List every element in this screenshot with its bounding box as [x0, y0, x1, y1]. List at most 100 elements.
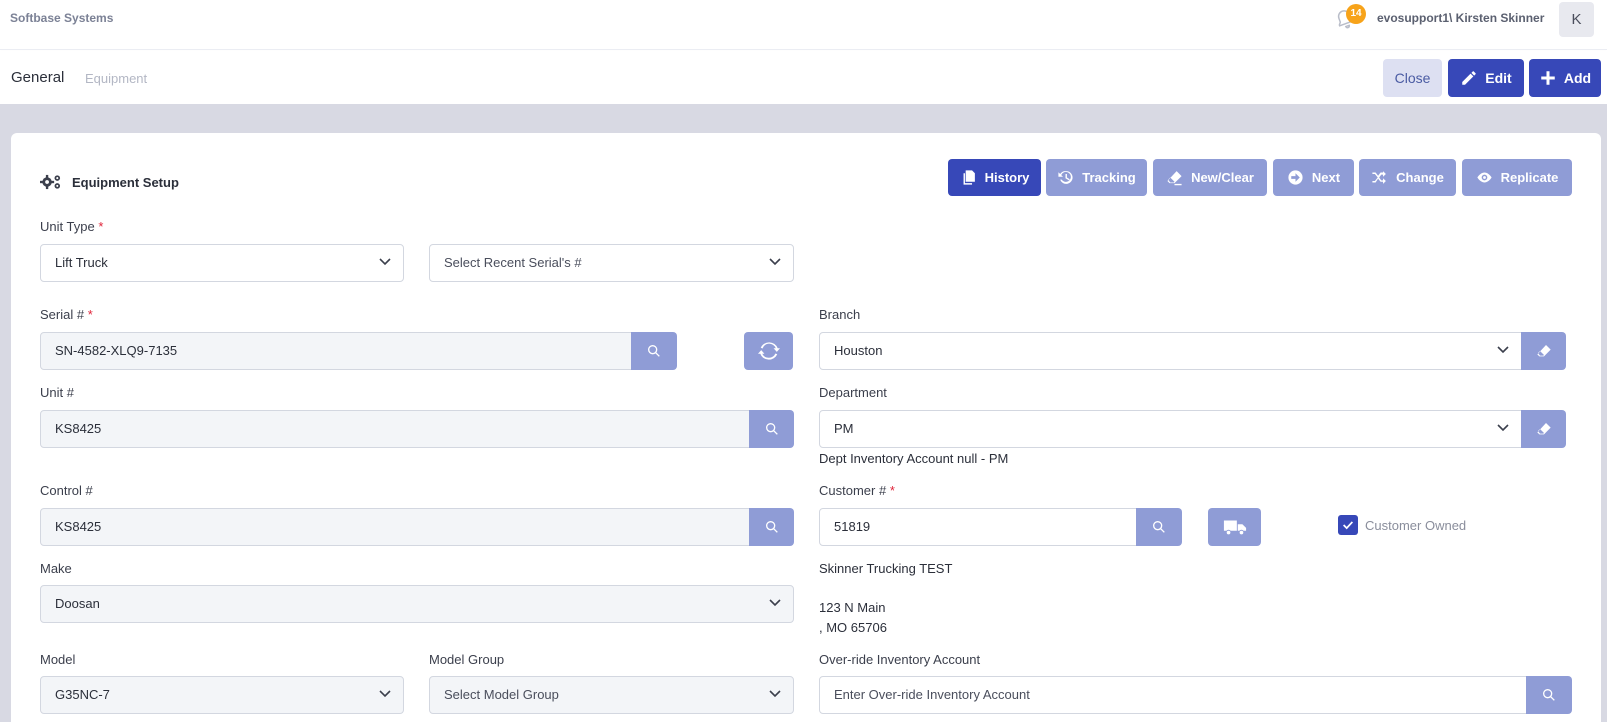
customer-address-line1: 123 N Main	[819, 600, 886, 615]
truck-icon	[1223, 520, 1246, 536]
edit-button[interactable]: Edit	[1448, 59, 1524, 97]
chevron-down-icon	[379, 258, 391, 266]
eraser-icon	[1536, 423, 1551, 435]
unit-no-label: Unit #	[40, 385, 74, 400]
model-value: G35NC-7	[55, 687, 110, 702]
customer-no-input[interactable]: 51819	[819, 508, 1137, 546]
add-button-label: Add	[1563, 70, 1592, 86]
copy-icon	[963, 170, 975, 185]
history-button[interactable]: History	[948, 159, 1041, 196]
chevron-down-icon	[379, 690, 391, 698]
control-no-value: KS8425	[55, 519, 102, 534]
next-button-label: Next	[1311, 170, 1341, 185]
chevron-down-icon	[1497, 346, 1509, 354]
department-value: PM	[834, 421, 854, 436]
refresh-serial-button[interactable]	[744, 332, 793, 370]
replicate-button[interactable]: Replicate	[1462, 159, 1572, 196]
avatar[interactable]: K	[1559, 2, 1594, 37]
tracking-button-label: Tracking	[1082, 170, 1136, 185]
override-inventory-input[interactable]: Enter Over-ride Inventory Account	[819, 676, 1527, 714]
override-inventory-label: Over-ride Inventory Account	[819, 652, 981, 667]
arrow-circle-right-icon	[1288, 170, 1303, 185]
plus-icon	[1541, 71, 1555, 85]
chevron-down-icon	[769, 690, 781, 698]
serial-search-button[interactable]	[631, 332, 677, 370]
brand-name: Softbase Systems	[10, 11, 114, 25]
next-button[interactable]: Next	[1273, 159, 1354, 196]
unit-type-value: Lift Truck	[55, 255, 108, 270]
serial-input[interactable]: SN-4582-XLQ9-7135	[40, 332, 632, 370]
gears-icon	[40, 174, 61, 190]
pencil-icon	[1462, 71, 1477, 85]
eye-icon	[1477, 172, 1492, 183]
search-icon	[765, 521, 778, 533]
customer-no-label: Customer # *	[819, 483, 895, 498]
shuffle-icon	[1372, 171, 1387, 184]
branch-value: Houston	[834, 343, 883, 358]
control-no-input[interactable]: KS8425	[40, 508, 750, 546]
chevron-down-icon	[1497, 424, 1509, 432]
model-group-select[interactable]: Select Model Group	[429, 676, 794, 714]
check-icon	[1343, 521, 1354, 530]
recent-serial-placeholder: Select Recent Serial's #	[444, 255, 582, 270]
make-select[interactable]: Doosan	[40, 585, 794, 623]
customer-search-button[interactable]	[1136, 508, 1182, 546]
unit-no-input[interactable]: KS8425	[40, 410, 750, 448]
card-title: Equipment Setup	[72, 174, 179, 190]
customer-address-line2: , MO 65706	[819, 620, 887, 635]
make-value: Doosan	[55, 596, 100, 611]
serial-value: SN-4582-XLQ9-7135	[55, 343, 178, 358]
history-button-label: History	[984, 170, 1030, 185]
unit-no-search-button[interactable]	[749, 410, 794, 448]
make-label: Make	[40, 561, 72, 576]
required-marker: *	[87, 307, 93, 322]
search-icon	[765, 423, 778, 435]
search-icon	[648, 345, 660, 357]
unit-no-value: KS8425	[55, 421, 102, 436]
notification-badge[interactable]: 14	[1346, 4, 1366, 24]
tracking-button[interactable]: Tracking	[1046, 159, 1147, 196]
close-button-label: Close	[1394, 70, 1431, 86]
customer-truck-button[interactable]	[1208, 508, 1261, 546]
branch-clear-button[interactable]	[1521, 332, 1566, 370]
required-marker: *	[98, 219, 104, 234]
control-no-search-button[interactable]	[749, 508, 794, 546]
eraser-icon	[1536, 345, 1551, 357]
branch-label: Branch	[819, 307, 861, 322]
new-clear-button-label: New/Clear	[1191, 170, 1254, 185]
unit-type-label: Unit Type *	[40, 219, 104, 234]
search-icon	[1153, 521, 1165, 533]
edit-button-label: Edit	[1485, 70, 1512, 86]
override-inventory-search-button[interactable]	[1526, 676, 1572, 714]
model-group-placeholder: Select Model Group	[444, 687, 559, 702]
department-label: Department	[819, 385, 887, 400]
card-header: Equipment Setup	[40, 173, 179, 191]
recent-serial-select[interactable]: Select Recent Serial's #	[429, 244, 794, 282]
customer-owned-checkbox[interactable]	[1338, 515, 1358, 535]
user-name[interactable]: evosupport1\ Kirsten Skinner	[1377, 11, 1544, 25]
branch-select[interactable]: Houston	[819, 332, 1522, 370]
sub-bar: General Equipment Close Edit Add	[0, 51, 1607, 104]
customer-no-value: 51819	[834, 519, 871, 534]
model-label: Model	[40, 652, 76, 667]
control-no-label: Control #	[40, 483, 93, 498]
dept-inventory-note: Dept Inventory Account null - PM	[819, 451, 1009, 466]
change-button[interactable]: Change	[1359, 159, 1456, 196]
department-clear-button[interactable]	[1521, 410, 1566, 448]
add-button[interactable]: Add	[1529, 59, 1601, 97]
close-button[interactable]: Close	[1383, 59, 1442, 97]
customer-name: Skinner Trucking TEST	[819, 561, 953, 576]
department-select[interactable]: PM	[819, 410, 1522, 448]
breadcrumb-general[interactable]: General	[11, 69, 64, 86]
top-bar: Softbase Systems 14 evosupport1\ Kirsten…	[0, 0, 1607, 50]
unit-type-select[interactable]: Lift Truck	[40, 244, 404, 282]
customer-owned-label: Customer Owned	[1365, 518, 1467, 533]
change-button-label: Change	[1396, 170, 1444, 185]
model-select[interactable]: G35NC-7	[40, 676, 404, 714]
replicate-button-label: Replicate	[1500, 170, 1559, 185]
chevron-down-icon	[769, 599, 781, 607]
override-inventory-placeholder: Enter Over-ride Inventory Account	[834, 687, 1030, 702]
breadcrumb-equipment[interactable]: Equipment	[85, 71, 147, 86]
new-clear-button[interactable]: New/Clear	[1153, 159, 1267, 196]
search-icon	[1543, 689, 1555, 701]
